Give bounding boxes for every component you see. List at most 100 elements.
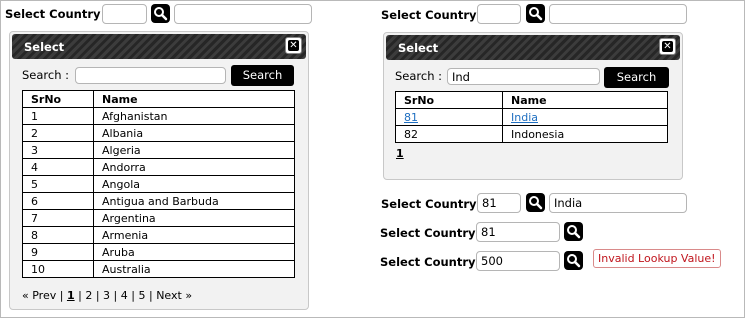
column-header-srno: SrNo <box>395 91 503 109</box>
table-header-row: SrNo Name <box>22 90 295 108</box>
popup-title: Select <box>398 41 439 55</box>
close-icon: ✕ <box>662 41 673 52</box>
select-country-label: Select Country : <box>381 8 486 22</box>
popup-titlebar[interactable]: Select ✕ <box>386 35 680 60</box>
cell-name: Armenia <box>93 226 295 244</box>
popup-search-input[interactable]: Ind <box>447 68 600 85</box>
country-name-input[interactable]: India <box>549 193 687 213</box>
table-row[interactable]: 8 Armenia <box>22 226 295 244</box>
country-code-input[interactable] <box>477 4 521 24</box>
select-country-label: Select Country : <box>380 255 485 269</box>
select-country-label: Select Country : <box>380 226 485 240</box>
pager-separator: | <box>131 289 135 302</box>
lookup-button[interactable] <box>526 4 545 23</box>
pager-next[interactable]: Next » <box>156 289 192 302</box>
table-row[interactable]: 2 Albania <box>22 124 295 142</box>
cell-name: Antigua and Barbuda <box>93 192 295 210</box>
select-country-label: Select Country : <box>381 197 486 211</box>
table-row[interactable]: 10 Australia <box>22 260 295 278</box>
table-row[interactable]: 1 Afghanistan <box>22 107 295 125</box>
cell-name: Indonesia <box>502 125 668 143</box>
cell-name: Argentina <box>93 209 295 227</box>
cell-srno: 4 <box>22 158 94 176</box>
table-row[interactable]: 6 Antigua and Barbuda <box>22 192 295 210</box>
column-header-name: Name <box>502 91 668 109</box>
cell-name: India <box>502 108 668 126</box>
pager-page-3[interactable]: 3 <box>103 289 110 302</box>
table-row[interactable]: 7 Argentina <box>22 209 295 227</box>
search-icon <box>529 196 543 210</box>
lookup-button[interactable] <box>526 193 545 212</box>
close-icon: ✕ <box>288 40 299 51</box>
cell-name: Australia <box>93 260 295 278</box>
lookup-button[interactable] <box>151 4 170 23</box>
pager: « Prev | 1 | 2 | 3 | 4 | 5 | Next » <box>22 289 192 302</box>
pager-separator: | <box>148 289 153 302</box>
pager-separator: | <box>95 289 100 302</box>
search-label: Search : <box>395 69 443 83</box>
cell-srno: 1 <box>22 107 94 125</box>
cell-srno: 6 <box>22 192 94 210</box>
pager-separator: | <box>78 289 82 302</box>
popup-close-button[interactable]: ✕ <box>285 37 302 54</box>
cell-srno: 81 <box>395 108 503 126</box>
lookup-popup: Select ✕ Search : Ind Search SrNo Name 8… <box>383 32 683 180</box>
cell-srno: 7 <box>22 209 94 227</box>
cell-srno: 2 <box>22 124 94 142</box>
table-row[interactable]: 82 Indonesia <box>395 125 668 143</box>
cell-srno: 82 <box>395 125 503 143</box>
search-icon <box>567 225 581 239</box>
pager-page-1[interactable]: 1 <box>396 147 404 160</box>
country-code-input[interactable]: 81 <box>477 193 521 213</box>
pager-page-4[interactable]: 4 <box>121 289 128 302</box>
cell-name: Algeria <box>93 141 295 159</box>
popup-titlebar[interactable]: Select ✕ <box>12 34 306 59</box>
srno-link[interactable]: 81 <box>404 111 418 124</box>
cell-name: Aruba <box>93 243 295 261</box>
cell-name: Angola <box>93 175 295 193</box>
invalid-lookup-error: Invalid Lookup Value! <box>593 249 721 268</box>
country-name-input[interactable] <box>174 4 312 24</box>
pager-page-2[interactable]: 2 <box>85 289 92 302</box>
pager-separator: | <box>59 289 64 302</box>
popup-search-button[interactable]: Search <box>231 65 294 86</box>
table-row[interactable]: 5 Angola <box>22 175 295 193</box>
search-icon <box>567 254 581 268</box>
table-row[interactable]: 9 Aruba <box>22 243 295 261</box>
cell-srno: 9 <box>22 243 94 261</box>
lookup-button[interactable] <box>564 222 583 241</box>
cell-name: Afghanistan <box>93 107 295 125</box>
popup-title: Select <box>24 40 65 54</box>
pager-prev[interactable]: « Prev <box>22 289 56 302</box>
popup-close-button[interactable]: ✕ <box>659 38 676 55</box>
country-code-input[interactable]: 500 <box>476 251 560 271</box>
table-row[interactable]: 3 Algeria <box>22 141 295 159</box>
cell-srno: 5 <box>22 175 94 193</box>
pager: 1 <box>396 147 404 160</box>
popup-search-button[interactable]: Search <box>604 67 669 88</box>
pager-page-1[interactable]: 1 <box>67 289 75 302</box>
pager-separator: | <box>113 289 118 302</box>
column-header-srno: SrNo <box>22 90 94 108</box>
column-header-name: Name <box>93 90 295 108</box>
search-icon <box>154 7 168 21</box>
country-table: SrNo Name 81 India 82 Indonesia <box>395 91 668 143</box>
lookup-button[interactable] <box>564 251 583 270</box>
cell-name: Albania <box>93 124 295 142</box>
pager-page-5[interactable]: 5 <box>138 289 145 302</box>
country-name-input[interactable] <box>549 4 687 24</box>
cell-srno: 3 <box>22 141 94 159</box>
popup-search-input[interactable] <box>75 67 226 84</box>
table-header-row: SrNo Name <box>395 91 668 109</box>
search-label: Search : <box>22 68 70 82</box>
name-link[interactable]: India <box>511 111 538 124</box>
country-code-input[interactable] <box>102 4 147 24</box>
table-row[interactable]: 4 Andorra <box>22 158 295 176</box>
cell-srno: 10 <box>22 260 94 278</box>
country-table: SrNo Name 1 Afghanistan 2 Albania 3 Algeria… <box>22 90 295 278</box>
cell-name: Andorra <box>93 158 295 176</box>
select-country-label: Select Country : <box>5 7 110 21</box>
table-row[interactable]: 81 India <box>395 108 668 126</box>
search-icon <box>529 7 543 21</box>
country-code-input[interactable]: 81 <box>476 222 560 242</box>
